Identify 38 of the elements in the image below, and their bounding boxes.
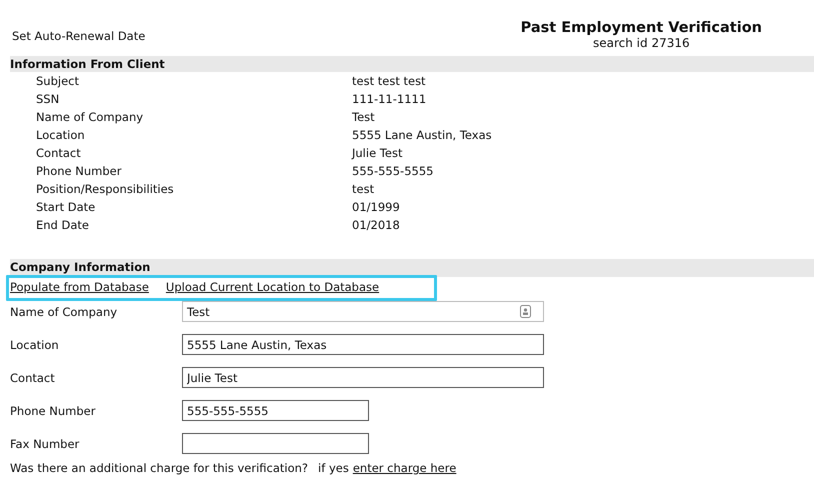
- company-field[interactable]: Test: [182, 301, 544, 322]
- text-field[interactable]: 555-555-5555: [182, 400, 369, 421]
- info-value: Test: [352, 110, 376, 125]
- section-header: Company Information: [10, 259, 814, 277]
- info-label: End Date: [36, 218, 90, 233]
- database-link[interactable]: Populate from Database: [10, 280, 149, 294]
- charge-question: Was there an additional charge for this verification?: [10, 461, 308, 475]
- enter-charge-link[interactable]: enter charge here: [352, 461, 456, 475]
- database-link[interactable]: Upload Current Location to Database: [166, 280, 380, 294]
- field-label: Name of Company: [10, 304, 118, 318]
- info-value: 111-11-1111: [352, 92, 428, 107]
- info-label: Subject: [36, 74, 80, 89]
- info-value: test test test: [352, 74, 427, 89]
- text-field[interactable]: [182, 433, 369, 454]
- field-label: Contact: [10, 370, 56, 384]
- info-label: Contact: [36, 146, 82, 161]
- info-value: Julie Test: [352, 146, 404, 161]
- info-value: 5555 Lane Austin, Texas: [352, 128, 493, 143]
- field-label: Fax Number: [10, 436, 80, 450]
- info-label: Position/Responsibilities: [36, 182, 175, 197]
- info-value: 01/1999: [352, 200, 401, 215]
- info-label: Phone Number: [36, 164, 122, 179]
- contact-card-icon[interactable]: [520, 305, 531, 318]
- field-label: Location: [10, 338, 60, 352]
- charge-prefix: if yes: [318, 461, 349, 475]
- info-label: SSN: [36, 92, 60, 107]
- info-label: Location: [36, 128, 86, 143]
- text-field[interactable]: 5555 Lane Austin, Texas: [182, 334, 544, 355]
- info-label: Name of Company: [36, 110, 144, 125]
- info-value: 555-555-5555: [352, 164, 434, 179]
- info-value: 01/2018: [352, 218, 401, 233]
- info-label: Start Date: [36, 200, 96, 215]
- field-label: Phone Number: [10, 404, 96, 418]
- auto-renewal-text: Set Auto-Renewal Date: [12, 29, 146, 45]
- page-title: Past Employment Verification: [520, 20, 762, 36]
- section-header: Information From Client: [10, 56, 814, 72]
- search-id-text: search id 27316: [592, 36, 691, 50]
- info-value: test: [352, 182, 376, 197]
